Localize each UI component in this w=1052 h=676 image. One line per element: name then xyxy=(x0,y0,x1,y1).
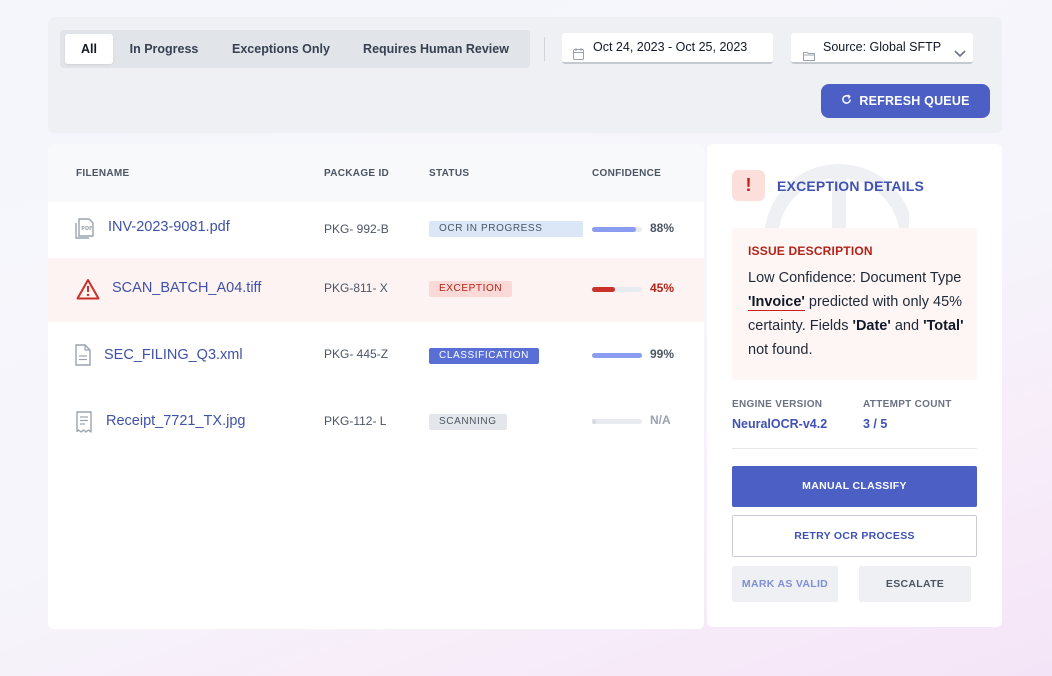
refresh-label: REFRESH QUEUE xyxy=(859,94,970,108)
table-row[interactable]: SEC_FILING_Q3.xml PKG- 445-Z CLASSIFICAT… xyxy=(48,322,704,388)
column-header-status[interactable]: STATUS xyxy=(429,168,469,179)
retry-ocr-button[interactable]: RETRY OCR PROCESS xyxy=(732,515,977,557)
package-id: PKG- 992-B xyxy=(324,222,389,236)
source-select[interactable]: Source: Global SFTP xyxy=(791,33,973,64)
manual-classify-button[interactable]: MANUAL CLASSIFY xyxy=(732,466,977,507)
table-row[interactable]: PDF INV-2023-9081.pdf PKG- 992-B OCR IN … xyxy=(48,202,704,256)
date-range-value: Oct 24, 2023 - Oct 25, 2023 xyxy=(593,40,748,54)
confidence-value: 45% xyxy=(650,281,675,295)
panel-divider xyxy=(732,448,977,449)
status-filter-tabs: All In Progress Exceptions Only Requires… xyxy=(60,30,530,68)
status-badge: CLASSIFICATION xyxy=(429,348,539,364)
attempt-count-value: 3 / 5 xyxy=(863,417,888,431)
column-header-confidence[interactable]: CONFIDENCE xyxy=(592,168,661,179)
package-id: PKG- 445-Z xyxy=(324,347,389,361)
chevron-down-icon xyxy=(953,42,967,71)
svg-text:PDF: PDF xyxy=(81,226,92,232)
receipt-icon xyxy=(74,411,94,438)
column-header-package-id[interactable]: PACKAGE ID xyxy=(324,168,389,179)
document-icon xyxy=(74,344,92,371)
confidence-bar xyxy=(592,353,642,358)
issue-text: Low Confidence: Document Type 'Invoice' … xyxy=(748,270,964,358)
confidence-bar-fill xyxy=(592,419,596,424)
refresh-queue-button[interactable]: REFRESH QUEUE xyxy=(821,84,990,118)
filename-link[interactable]: INV-2023-9081.pdf xyxy=(108,219,230,235)
mark-as-valid-button[interactable]: MARK AS VALID xyxy=(732,566,838,602)
table-header: FILENAME PACKAGE ID STATUS CONFIDENCE xyxy=(48,144,704,202)
document-queue-table: FILENAME PACKAGE ID STATUS CONFIDENCE PD… xyxy=(48,144,704,629)
status-badge: EXCEPTION xyxy=(429,281,513,297)
folder-icon xyxy=(803,43,815,72)
confidence-value: N/A xyxy=(650,413,671,427)
calendar-icon xyxy=(573,42,584,71)
filename-link[interactable]: SEC_FILING_Q3.xml xyxy=(104,347,243,363)
column-header-filename[interactable]: FILENAME xyxy=(76,168,130,179)
filename-link[interactable]: SCAN_BATCH_A04.tiff xyxy=(112,280,261,296)
confidence-bar-fill xyxy=(592,227,636,232)
exception-details-panel: ! EXCEPTION DETAILS ISSUE DESCRIPTION Lo… xyxy=(707,144,1002,627)
attempt-count-label: ATTEMPT COUNT xyxy=(863,399,952,410)
pdf-file-icon: PDF xyxy=(74,217,96,244)
issue-label: ISSUE DESCRIPTION xyxy=(748,244,873,258)
confidence-bar xyxy=(592,287,642,292)
tab-in-progress[interactable]: In Progress xyxy=(126,34,202,64)
confidence-bar xyxy=(592,419,642,424)
alert-icon: ! xyxy=(732,170,765,201)
refresh-icon xyxy=(841,94,852,108)
tab-all[interactable]: All xyxy=(65,34,113,64)
table-row[interactable]: Receipt_7721_TX.jpg PKG-112- L SCANNING … xyxy=(48,388,704,454)
confidence-bar-fill xyxy=(592,353,642,358)
confidence-value: 88% xyxy=(650,221,675,235)
package-id: PKG-112- L xyxy=(324,414,387,428)
toolbar-divider xyxy=(544,37,545,61)
status-badge: OCR IN PROGRESS xyxy=(429,221,583,237)
tab-exceptions-only[interactable]: Exceptions Only xyxy=(226,34,336,64)
tab-requires-human-review[interactable]: Requires Human Review xyxy=(356,34,516,64)
escalate-button[interactable]: ESCALATE xyxy=(859,566,971,602)
warning-icon xyxy=(76,278,100,305)
engine-version-label: ENGINE VERSION xyxy=(732,399,823,410)
filter-toolbar: All In Progress Exceptions Only Requires… xyxy=(48,17,1002,133)
filename-link[interactable]: Receipt_7721_TX.jpg xyxy=(106,413,245,429)
issue-description-box: ISSUE DESCRIPTION Low Confidence: Docume… xyxy=(732,228,977,380)
table-row[interactable]: SCAN_BATCH_A04.tiff PKG-811- X EXCEPTION… xyxy=(48,258,704,322)
confidence-value: 99% xyxy=(650,347,675,361)
panel-title: EXCEPTION DETAILS xyxy=(777,178,925,194)
confidence-bar-fill xyxy=(592,287,615,292)
status-badge: SCANNING xyxy=(429,414,507,430)
confidence-bar xyxy=(592,227,642,232)
source-value: Source: Global SFTP xyxy=(823,40,942,54)
date-range-picker[interactable]: Oct 24, 2023 - Oct 25, 2023 xyxy=(562,33,773,64)
engine-version-value: NeuralOCR-v4.2 xyxy=(732,417,828,431)
package-id: PKG-811- X xyxy=(324,281,388,295)
